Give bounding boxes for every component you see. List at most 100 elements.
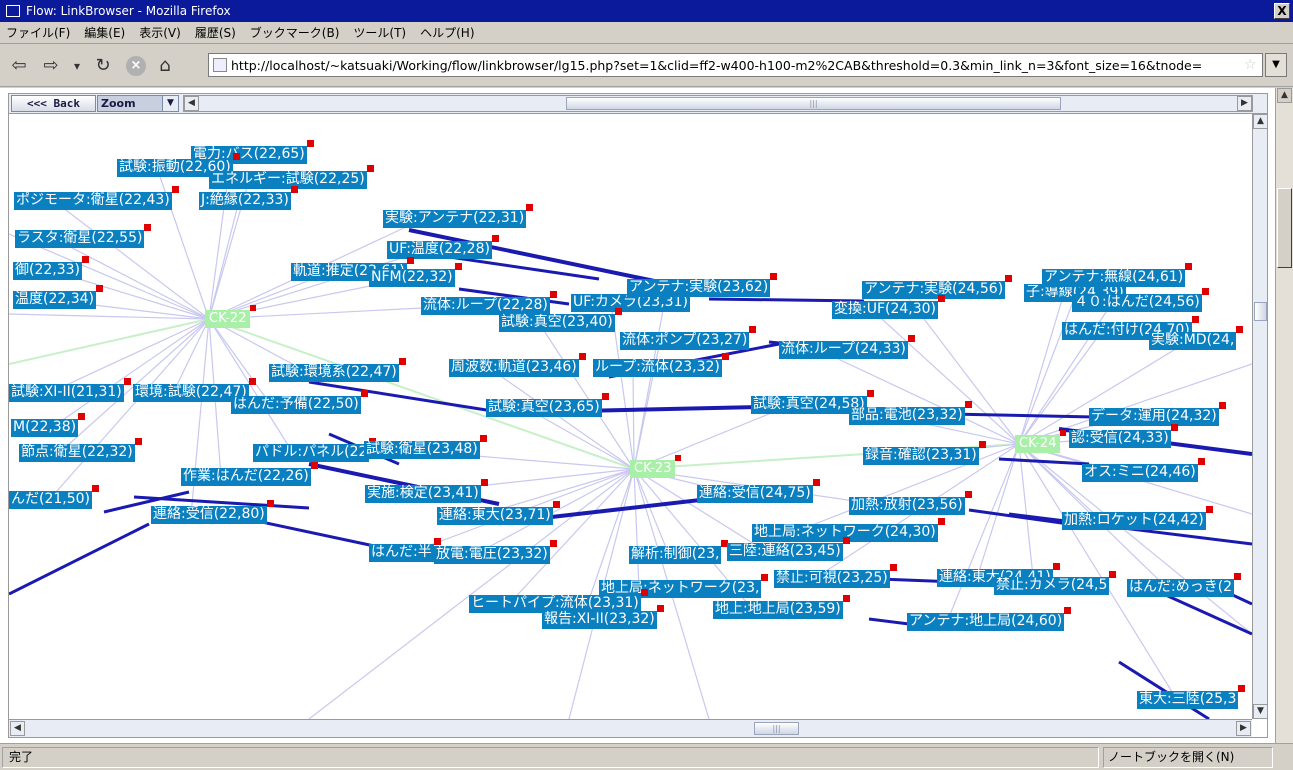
node-badge-icon	[248, 378, 256, 385]
graph-node[interactable]: 試験:XI-II(21,31)	[9, 378, 131, 402]
link-graph[interactable]: CK-22 CK-23 CK-24 電力:バス(22,65) 試験:振動(22,60) エ…	[9, 114, 1252, 719]
node-badge-icon	[480, 479, 488, 486]
menu-tools[interactable]: ツール(T)	[353, 24, 406, 41]
forward-arrow-icon[interactable]: ⇨	[38, 53, 64, 79]
cluster-center-node[interactable]: CK-23	[630, 455, 682, 478]
url-text[interactable]: http://localhost/~katsuaki/Working/flow/…	[231, 58, 1244, 73]
graph-node[interactable]: 流体:ポンプ(23,27)	[620, 326, 757, 350]
applet-back-button[interactable]: <<< Back	[11, 95, 96, 112]
node-badge-icon	[290, 186, 298, 193]
menu-bookmarks[interactable]: ブックマーク(B)	[250, 24, 340, 41]
graph-node[interactable]: 流体:ループ(22,28)	[421, 291, 557, 315]
graph-node[interactable]: はんだ:予備(22,50)	[231, 390, 368, 414]
vertical-scrollbar[interactable]: ▲ ▼	[1252, 114, 1267, 719]
graph-node[interactable]: アンテナ:無線(24,61)	[1042, 263, 1193, 287]
menu-edit[interactable]: 編集(E)	[84, 24, 125, 41]
graph-node[interactable]: 解析:制御(23,	[629, 540, 729, 564]
bottom-scroll-right-icon[interactable]: ▶	[1236, 721, 1251, 736]
graph-node[interactable]: 試験:真空(23,40)	[499, 308, 622, 332]
graph-node[interactable]: パドル:パネル(22	[253, 438, 377, 462]
graph-node[interactable]: M(22,38)	[11, 413, 86, 437]
menu-help[interactable]: ヘルプ(H)	[420, 24, 474, 41]
graph-node[interactable]: J:絶縁(22,33)	[199, 186, 298, 210]
menu-file[interactable]: ファイル(F)	[6, 24, 70, 41]
graph-node[interactable]: 禁止:カメラ(24,5	[994, 571, 1117, 595]
graph-node[interactable]: 流体:ループ(24,33)	[779, 335, 915, 359]
graph-node[interactable]: 加熱:放射(23,56)	[849, 491, 972, 515]
scroll-left-icon[interactable]: ◀	[184, 96, 199, 111]
graph-node[interactable]: 録音:確認(23,31)	[863, 441, 986, 465]
stop-icon[interactable]: ×	[126, 55, 146, 76]
graph-node[interactable]: アンテナ:地上局(24,60)	[907, 607, 1072, 631]
graph-node[interactable]: 報告:XI-II(23,32)	[542, 605, 664, 629]
graph-node-label: 試験:衛星(23,48)	[366, 441, 478, 457]
graph-node[interactable]: アンテナ:実験(24,56)	[862, 275, 1013, 299]
graph-node[interactable]: 禁止:可視(23,25)	[774, 564, 897, 588]
graph-node[interactable]: 試験:真空(23,65)	[486, 393, 609, 417]
graph-node[interactable]: 実施:検定(23,41)	[365, 479, 488, 503]
bottom-horizontal-scrollbar[interactable]: ◀ ||| ▶	[9, 719, 1252, 737]
graph-node[interactable]: 連絡:東大(23,71)	[437, 501, 560, 525]
vertical-scroll-thumb[interactable]	[1254, 302, 1267, 321]
url-dropdown-button[interactable]: ▼	[1265, 53, 1287, 77]
graph-node[interactable]: 部品:電池(23,32)	[849, 401, 972, 425]
home-icon[interactable]: ⌂	[152, 53, 178, 79]
graph-node[interactable]: 試験:衛星(23,48)	[364, 435, 487, 459]
graph-node[interactable]: ４０:はんだ(24,56)	[1072, 288, 1209, 312]
graph-node[interactable]: 節点:衛星(22,32)	[19, 438, 142, 462]
graph-node[interactable]: 放電:電圧(23,32)	[434, 540, 557, 564]
browser-scroll-up-icon[interactable]: ▲	[1277, 88, 1292, 103]
graph-node[interactable]: 温度(22,34)	[13, 285, 104, 309]
graph-node-label: 環境:試験(22,47)	[135, 384, 247, 400]
scroll-right-icon[interactable]: ▶	[1237, 96, 1252, 111]
graph-node[interactable]: 実験:MD(24,	[1149, 326, 1244, 350]
graph-node[interactable]: 三陸:連絡(23,45)	[727, 537, 850, 561]
graph-node[interactable]: 作業:はんだ(22,26)	[181, 462, 318, 486]
back-arrow-icon[interactable]: ⇦	[6, 53, 32, 79]
cluster-center-node[interactable]: CK-24	[1015, 430, 1067, 453]
url-bar[interactable]: http://localhost/~katsuaki/Working/flow/…	[208, 53, 1263, 77]
graph-node[interactable]: ポジモータ:衛星(22,43)	[14, 186, 179, 210]
menu-history[interactable]: 履歴(S)	[195, 24, 236, 41]
close-button[interactable]: X	[1274, 3, 1290, 19]
zoom-dropdown-icon[interactable]: ▼	[162, 96, 178, 111]
graph-node[interactable]: オス:ミニ(24,46)	[1082, 458, 1205, 482]
bookmark-star-icon[interactable]: ☆	[1244, 57, 1262, 73]
window-menu-icon[interactable]	[6, 5, 20, 17]
open-notebook-button[interactable]: ノートブックを開く(N)	[1103, 746, 1273, 768]
top-scroll-thumb[interactable]: |||	[566, 97, 1061, 110]
graph-node[interactable]: 東大:三陸(25,3	[1137, 685, 1246, 709]
top-horizontal-scrollbar[interactable]: ◀ ||| ▶	[183, 95, 1253, 112]
history-dropdown-icon[interactable]: ▾	[70, 53, 84, 79]
reload-icon[interactable]: ↻	[90, 53, 116, 79]
graph-node[interactable]: 実験:アンテナ(22,31)	[383, 204, 534, 228]
browser-scrollbar[interactable]: ▲	[1275, 88, 1293, 743]
graph-node[interactable]: ループ:流体(23,32)	[593, 353, 729, 377]
menu-view[interactable]: 表示(V)	[139, 24, 181, 41]
graph-node[interactable]: んだ(21,50)	[9, 485, 100, 509]
graph-node[interactable]: データ:運用(24,32)	[1089, 402, 1226, 426]
graph-node[interactable]: 連絡:受信(22,80)	[151, 500, 274, 524]
graph-node[interactable]: UF:温度(22,28)	[387, 235, 499, 259]
scroll-down-icon[interactable]: ▼	[1253, 704, 1267, 719]
zoom-select[interactable]: Zoom ▼	[97, 95, 179, 112]
bottom-scroll-left-icon[interactable]: ◀	[10, 721, 25, 736]
graph-node[interactable]: 試験:環境系(22,47)	[269, 358, 406, 382]
graph-node[interactable]: 周波数:軌道(23,46)	[449, 353, 586, 377]
graph-node[interactable]: 認:受信(24,33)	[1069, 424, 1178, 448]
graph-node[interactable]: 加熱:ロケット(24,42)	[1062, 506, 1213, 530]
graph-node[interactable]: ラスタ:衛星(22,55)	[15, 224, 152, 248]
graph-node[interactable]: エネルギー:試験(22,25)	[209, 165, 374, 189]
bottom-scroll-thumb[interactable]: |||	[754, 722, 799, 735]
graph-node[interactable]: はんだ:半	[369, 538, 441, 562]
graph-node[interactable]: アンテナ:実験(23,62)	[627, 273, 778, 297]
graph-node[interactable]: NFM(22,32)	[369, 263, 462, 287]
graph-node[interactable]: 地上:地上局(23,59)	[713, 595, 850, 619]
graph-node[interactable]: 御(22,33)	[13, 256, 90, 280]
graph-node[interactable]: はんだ:めっき(2	[1127, 573, 1242, 597]
browser-scroll-thumb[interactable]	[1277, 188, 1292, 268]
scroll-up-icon[interactable]: ▲	[1253, 114, 1267, 129]
cluster-center-node[interactable]: CK-22	[205, 305, 257, 328]
graph-node[interactable]: 変換:UF(24,30)	[832, 295, 946, 319]
graph-node[interactable]: 連絡:受信(24,75)	[697, 479, 820, 503]
